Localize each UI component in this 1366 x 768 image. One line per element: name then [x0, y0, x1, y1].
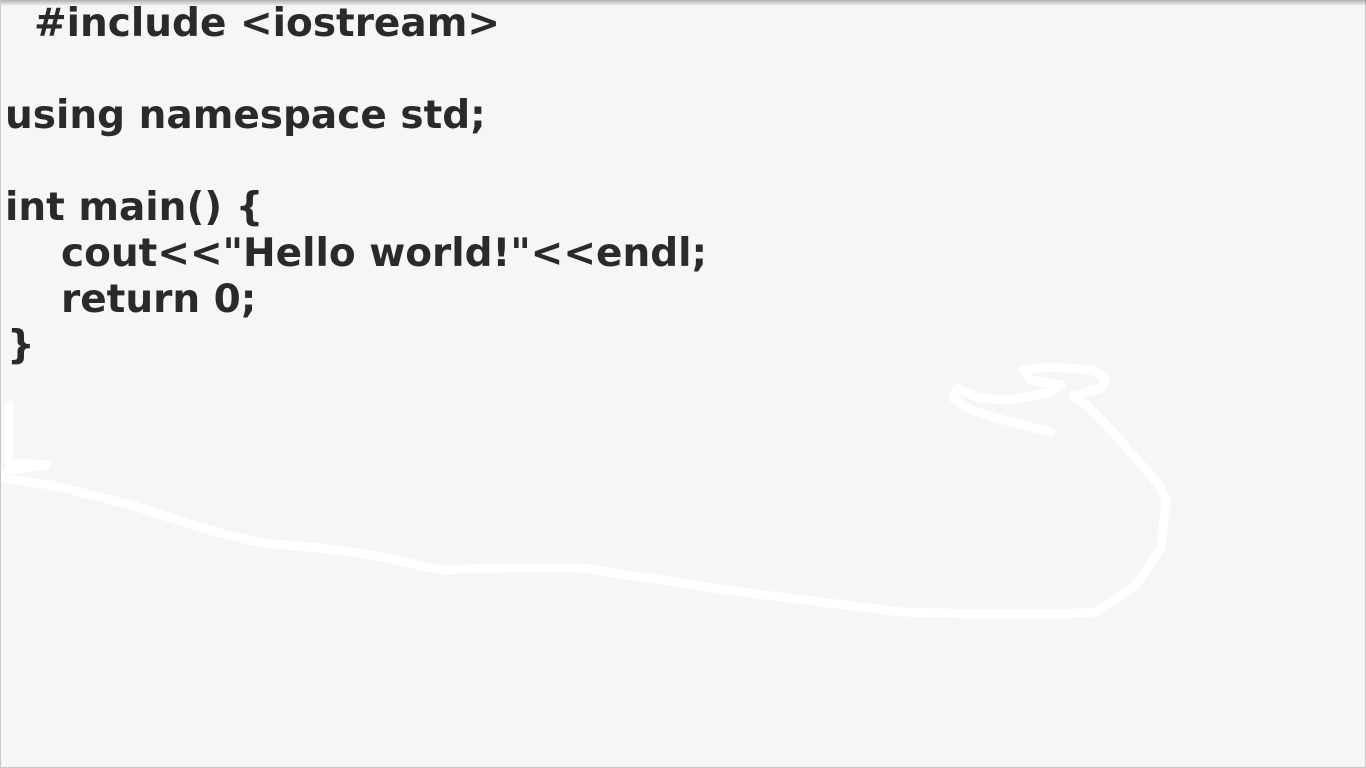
code-line-main-signature: int main() {	[5, 185, 264, 230]
code-line-closing-brace: }	[7, 323, 35, 368]
code-line-return: return 0;	[61, 277, 257, 322]
code-line-cout: cout<<"Hello world!"<<endl;	[61, 231, 708, 276]
code-line-include: #include <iostream>	[34, 1, 501, 46]
ink-stroke-path	[1, 362, 1171, 619]
drawing-canvas[interactable]: #include <iostream> using namespace std;…	[0, 0, 1366, 768]
code-line-using-namespace: using namespace std;	[5, 93, 486, 138]
